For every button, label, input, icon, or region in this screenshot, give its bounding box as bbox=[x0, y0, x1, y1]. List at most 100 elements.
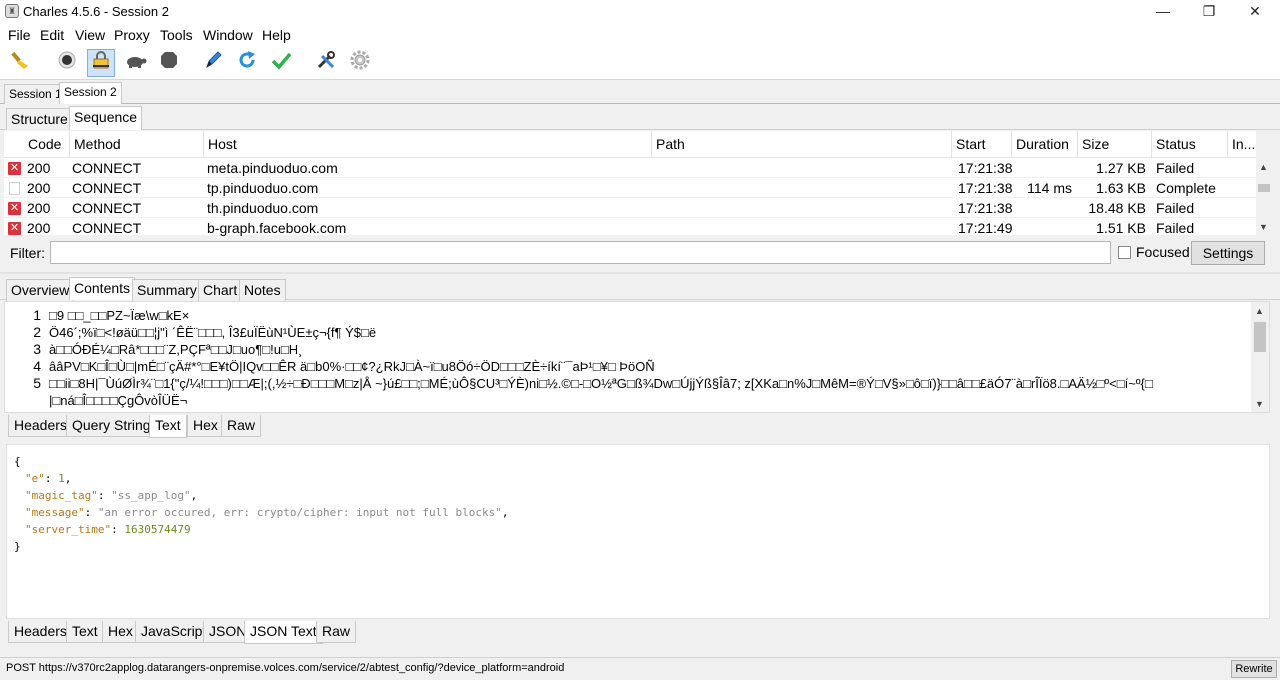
json-value: "an error occured, err: crypto/cipher: i… bbox=[97, 506, 502, 519]
json-key: "e" bbox=[25, 472, 45, 485]
filter-input[interactable] bbox=[50, 241, 1111, 264]
minimize-button[interactable]: — bbox=[1140, 0, 1186, 24]
line-number: 4 bbox=[33, 358, 41, 374]
tab-overview[interactable]: Overview bbox=[6, 279, 75, 301]
scroll-thumb[interactable] bbox=[1258, 184, 1270, 192]
record-icon[interactable] bbox=[53, 49, 81, 77]
tab-response-text[interactable]: Text bbox=[66, 621, 104, 643]
json-open-brace: { bbox=[14, 455, 21, 468]
tab-response-hex[interactable]: Hex bbox=[102, 621, 139, 643]
tab-sequence[interactable]: Sequence bbox=[69, 106, 143, 130]
table-row[interactable]: ✕ 200 CONNECT b-graph.facebook.com 17:21… bbox=[4, 218, 1256, 236]
json-value: 1630574479 bbox=[124, 523, 191, 536]
maximize-button[interactable]: ❐ bbox=[1186, 0, 1232, 24]
tab-response-headers[interactable]: Headers bbox=[8, 621, 73, 643]
menu-proxy[interactable]: Proxy bbox=[114, 27, 150, 43]
tab-summary[interactable]: Summary bbox=[132, 279, 202, 301]
broom-icon[interactable] bbox=[7, 49, 35, 77]
content-line: Ö46´;%ï□<!øäü□□¦j"ì ´ÊË¨□□□, Î3£uÏËùN¹ÙE… bbox=[49, 325, 377, 340]
tab-contents[interactable]: Contents bbox=[69, 277, 136, 300]
column-method[interactable]: Method bbox=[70, 131, 204, 158]
scroll-thumb[interactable] bbox=[1254, 322, 1266, 352]
menu-help[interactable]: Help bbox=[262, 27, 291, 43]
column-code[interactable]: Code bbox=[24, 131, 70, 158]
cell-size: 1.63 KB bbox=[1096, 180, 1146, 196]
cell-duration bbox=[1014, 158, 1072, 178]
tab-response-javascript[interactable]: JavaScript bbox=[135, 621, 213, 643]
content-line: □□ii□8H|¯ÙúØÌr¾¨□1{"ç/¼!□□□)□□Æ|;(,½÷□Ð□… bbox=[49, 376, 1153, 391]
json-separator: : bbox=[44, 472, 59, 485]
tab-request-raw[interactable]: Raw bbox=[221, 415, 262, 437]
column-size[interactable]: Size bbox=[1078, 131, 1152, 158]
validate-check-icon[interactable] bbox=[267, 49, 295, 77]
tab-request-headers[interactable]: Headers bbox=[8, 415, 73, 437]
table-scrollbar[interactable]: ▲ ▼ bbox=[1256, 158, 1272, 236]
column-status[interactable]: Status bbox=[1152, 131, 1228, 158]
menu-file[interactable]: File bbox=[8, 27, 31, 43]
focused-label: Focused bbox=[1136, 244, 1190, 260]
cell-path bbox=[655, 178, 945, 198]
json-comma: , bbox=[64, 472, 72, 485]
table-header: Code Method Host Path Start Duration Siz… bbox=[4, 131, 1256, 158]
failed-icon: ✕ bbox=[8, 202, 21, 215]
request-contents-pane[interactable]: 1 □9 □□_□□PZ~Ïæ\w□kE× 2 Ö46´;%ï□<!øäü□□¦… bbox=[4, 301, 1270, 413]
tab-response-raw[interactable]: Raw bbox=[316, 621, 357, 643]
tab-request-hex[interactable]: Hex bbox=[187, 415, 224, 437]
menu-tools[interactable]: Tools bbox=[160, 27, 193, 43]
tab-response-json-text[interactable]: JSON Text bbox=[244, 621, 323, 644]
content-line: à□□ÓÐÉ¼□Râ*□□□¨Z,PÇFª□□J□uo¶□!u□H¸ bbox=[49, 342, 303, 357]
response-view-tabs: Headers Text Hex JavaScript JSON JSON Te… bbox=[4, 620, 1270, 644]
tab-query-string[interactable]: Query String bbox=[66, 415, 157, 437]
menu-edit[interactable]: Edit bbox=[40, 27, 64, 43]
column-duration[interactable]: Duration bbox=[1012, 131, 1078, 158]
splitter[interactable] bbox=[0, 272, 1280, 274]
cell-status: Failed bbox=[1156, 200, 1195, 216]
rewrite-button[interactable]: Rewrite bbox=[1231, 660, 1277, 678]
tab-session-2[interactable]: Session 2 bbox=[59, 82, 122, 104]
settings-button[interactable]: Settings bbox=[1191, 241, 1265, 265]
contents-scrollbar[interactable]: ▲ ▼ bbox=[1251, 302, 1269, 412]
compose-pen-icon[interactable] bbox=[199, 49, 227, 77]
tab-session-1[interactable]: Session 1 bbox=[4, 84, 67, 104]
scroll-up-icon[interactable]: ▲ bbox=[1259, 162, 1268, 172]
content-line: □9 □□_□□PZ~Ïæ\w□kE× bbox=[49, 308, 190, 323]
json-value: "ss_app_log" bbox=[111, 489, 191, 502]
column-path[interactable]: Path bbox=[652, 131, 952, 158]
column-start[interactable]: Start bbox=[952, 131, 1012, 158]
menu-window[interactable]: Window bbox=[203, 27, 253, 43]
tab-chart[interactable]: Chart bbox=[198, 279, 243, 301]
scroll-down-icon[interactable]: ▼ bbox=[1255, 399, 1264, 409]
json-comma: , bbox=[190, 489, 198, 502]
repeat-icon[interactable] bbox=[233, 49, 261, 77]
column-info[interactable]: In... bbox=[1228, 131, 1256, 158]
tab-request-text[interactable]: Text bbox=[149, 415, 187, 438]
cell-code: 200 bbox=[27, 160, 51, 176]
column-host[interactable]: Host bbox=[204, 131, 652, 158]
cell-code: 200 bbox=[27, 180, 51, 196]
cell-code: 200 bbox=[27, 220, 51, 236]
focused-checkbox[interactable] bbox=[1118, 246, 1131, 259]
throttle-turtle-icon[interactable] bbox=[121, 49, 149, 77]
cell-host: th.pinduoduo.com bbox=[207, 200, 319, 216]
session-tab-bar: Session 1 Session 2 bbox=[0, 80, 1280, 104]
cell-start: 17:21:38 bbox=[958, 200, 1013, 216]
response-json-pane[interactable]: { "e": 1, "magic_tag": "ss_app_log", "me… bbox=[6, 444, 1270, 619]
table-row[interactable]: ✕ 200 CONNECT meta.pinduoduo.com 17:21:3… bbox=[4, 158, 1256, 178]
tab-structure[interactable]: Structure bbox=[6, 108, 73, 130]
tools-icon[interactable] bbox=[312, 49, 340, 77]
cell-size: 1.27 KB bbox=[1096, 160, 1146, 176]
json-entry: "message": "an error occured, err: crypt… bbox=[25, 504, 508, 521]
scroll-down-icon[interactable]: ▼ bbox=[1259, 222, 1268, 232]
ssl-proxy-icon[interactable] bbox=[87, 49, 115, 77]
cell-host: b-graph.facebook.com bbox=[207, 220, 347, 236]
breakpoint-icon[interactable] bbox=[155, 49, 183, 77]
json-entry: "server_time": 1630574479 bbox=[25, 521, 191, 538]
settings-gear-icon[interactable] bbox=[346, 49, 374, 77]
table-row[interactable]: ✕ 200 CONNECT th.pinduoduo.com 17:21:38 … bbox=[4, 198, 1256, 218]
scroll-up-icon[interactable]: ▲ bbox=[1255, 306, 1264, 316]
menu-view[interactable]: View bbox=[75, 27, 105, 43]
tab-notes[interactable]: Notes bbox=[239, 279, 286, 301]
table-row[interactable]: 200 CONNECT tp.pinduoduo.com 17:21:38 11… bbox=[4, 178, 1256, 198]
cell-size: 1.51 KB bbox=[1096, 220, 1146, 236]
close-button[interactable]: ✕ bbox=[1232, 0, 1278, 24]
